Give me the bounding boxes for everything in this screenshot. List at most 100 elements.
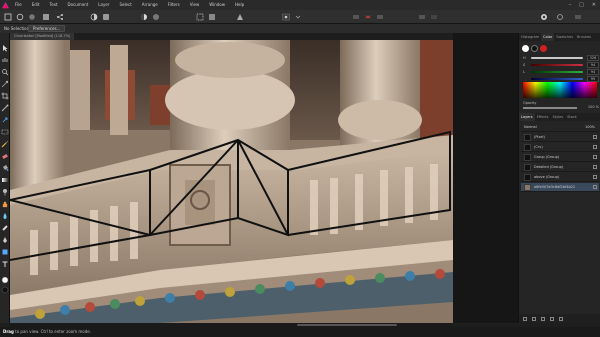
persona-liquify-icon[interactable]: [16, 13, 24, 21]
opacity-value[interactable]: 100 %: [588, 105, 599, 109]
blend-mode-row[interactable]: Normal 100%: [521, 123, 599, 132]
share-icon[interactable]: [56, 13, 64, 21]
primary-color-swatch[interactable]: [1, 269, 9, 284]
quick-mask-icon[interactable]: [196, 13, 204, 21]
add-adjustment-icon[interactable]: [532, 316, 536, 321]
refine-icon[interactable]: [236, 13, 244, 21]
color-balance-icon[interactable]: [152, 13, 160, 21]
persona-develop-icon[interactable]: [28, 13, 36, 21]
text-tool-icon[interactable]: [1, 253, 9, 267]
selection-brush-icon[interactable]: [1, 97, 9, 112]
layer-visibility-checkbox[interactable]: [593, 185, 597, 189]
layer-row[interactable]: Detailed (Group): [521, 163, 599, 172]
layer-visibility-checkbox[interactable]: [593, 145, 597, 149]
live-filter-icon[interactable]: [102, 13, 110, 21]
adjustment-icon[interactable]: [90, 13, 98, 21]
delete-layer-icon[interactable]: [559, 316, 563, 321]
slider-value[interactable]: 94: [587, 62, 599, 68]
snapping-icon[interactable]: [282, 13, 290, 21]
layer-visibility-checkbox[interactable]: [593, 155, 597, 159]
slider-track[interactable]: [531, 71, 583, 73]
account-icon[interactable]: [574, 13, 582, 21]
layer-row[interactable]: above (Group): [521, 173, 599, 182]
secondary-color-swatch[interactable]: [1, 279, 9, 294]
opacity-slider[interactable]: [523, 107, 577, 109]
active-color-swatch[interactable]: [540, 45, 547, 52]
dodge-tool-icon[interactable]: [1, 181, 9, 196]
arrange-red-icon[interactable]: [364, 13, 372, 21]
snap-options-icon[interactable]: [294, 13, 302, 21]
flood-select-icon[interactable]: [1, 109, 9, 123]
layer-row[interactable]: Group (Group): [521, 153, 599, 162]
menu-arrange[interactable]: Arrange: [137, 0, 163, 10]
assistant-icon[interactable]: [540, 13, 548, 21]
view-tool-icon[interactable]: [1, 49, 9, 62]
slider-track[interactable]: [531, 64, 583, 66]
zoom-tool-icon[interactable]: [1, 61, 9, 76]
menu-help[interactable]: Help: [230, 0, 249, 10]
maximize-icon[interactable]: □: [579, 0, 584, 10]
marquee-tool-icon[interactable]: [1, 121, 9, 135]
document-canvas[interactable]: [10, 40, 453, 323]
menu-edit[interactable]: Edit: [27, 0, 45, 10]
paint-brush-icon[interactable]: [1, 133, 9, 148]
persona-photo-icon[interactable]: [4, 13, 12, 21]
color-slider-s[interactable]: S 94: [523, 62, 599, 68]
color-spectrum[interactable]: [523, 82, 597, 98]
layer-opacity-value[interactable]: 100%: [585, 123, 595, 132]
layer-visibility-checkbox[interactable]: [593, 175, 597, 179]
slider-track[interactable]: [531, 78, 583, 80]
fill-color-swatch[interactable]: [522, 45, 529, 52]
menu-text[interactable]: Text: [44, 0, 62, 10]
shape-tool-icon[interactable]: [1, 241, 9, 255]
minimize-icon[interactable]: –: [569, 0, 572, 10]
crop-tool-icon[interactable]: [1, 85, 9, 100]
tab-histogram[interactable]: Histogram: [519, 33, 541, 41]
add-group-icon[interactable]: [550, 316, 554, 321]
layer-row-selected[interactable]: a6fe/9/3e3c8df2bf4b21: [521, 183, 599, 192]
fill-tool-icon[interactable]: [1, 157, 9, 171]
clone-tool-icon[interactable]: [1, 193, 9, 208]
tab-layers[interactable]: Layers: [519, 113, 535, 121]
color-slider-l[interactable]: L 94: [523, 69, 599, 75]
close-icon[interactable]: ✕: [592, 0, 596, 10]
layer-row[interactable]: (Crv): [521, 143, 599, 152]
erase-brush-icon[interactable]: [1, 145, 9, 160]
layer-visibility-checkbox[interactable]: [593, 165, 597, 169]
tab-stock[interactable]: Stock: [565, 113, 579, 121]
layer-row[interactable]: (Pixel): [521, 133, 599, 142]
view-mode-icon[interactable]: [418, 13, 426, 21]
preferences-button[interactable]: Preferences...: [28, 25, 66, 32]
slider-value[interactable]: 94: [587, 69, 599, 75]
blur-tool-icon[interactable]: [1, 205, 9, 219]
selection-add-icon[interactable]: [208, 13, 216, 21]
tab-effects[interactable]: Effects: [535, 113, 551, 121]
menu-document[interactable]: Document: [63, 0, 94, 10]
gradient-tool-icon[interactable]: [1, 169, 9, 182]
stroke-color-swatch[interactable]: [531, 45, 538, 52]
menu-view[interactable]: View: [185, 0, 205, 10]
healing-tool-icon[interactable]: [1, 217, 9, 231]
slider-track[interactable]: [531, 57, 583, 59]
menu-layer[interactable]: Layer: [93, 0, 114, 10]
slider-value[interactable]: 326: [587, 55, 599, 61]
scrollbar-thumb[interactable]: [297, 324, 397, 326]
tab-styles[interactable]: Styles: [551, 113, 566, 121]
order-icon[interactable]: [352, 13, 360, 21]
blend-mode-select[interactable]: Normal: [524, 123, 537, 132]
menu-select[interactable]: Select: [114, 0, 136, 10]
menu-filters[interactable]: Filters: [163, 0, 185, 10]
assistant-settings-icon[interactable]: [556, 13, 564, 21]
view-options-icon[interactable]: [430, 13, 438, 21]
menu-file[interactable]: File: [10, 0, 27, 10]
persona-tonemap-icon[interactable]: [42, 13, 50, 21]
add-layer-icon[interactable]: [523, 316, 527, 321]
layer-visibility-checkbox[interactable]: [593, 135, 597, 139]
color-slider-h[interactable]: H 326: [523, 55, 599, 61]
add-mask-icon[interactable]: [541, 316, 545, 321]
transform-icon[interactable]: [376, 13, 384, 21]
color-picker-icon[interactable]: [1, 73, 9, 88]
pen-tool-icon[interactable]: [1, 229, 9, 243]
tab-brushes[interactable]: Brushes: [575, 33, 593, 41]
tab-swatches[interactable]: Swatches: [554, 33, 575, 41]
